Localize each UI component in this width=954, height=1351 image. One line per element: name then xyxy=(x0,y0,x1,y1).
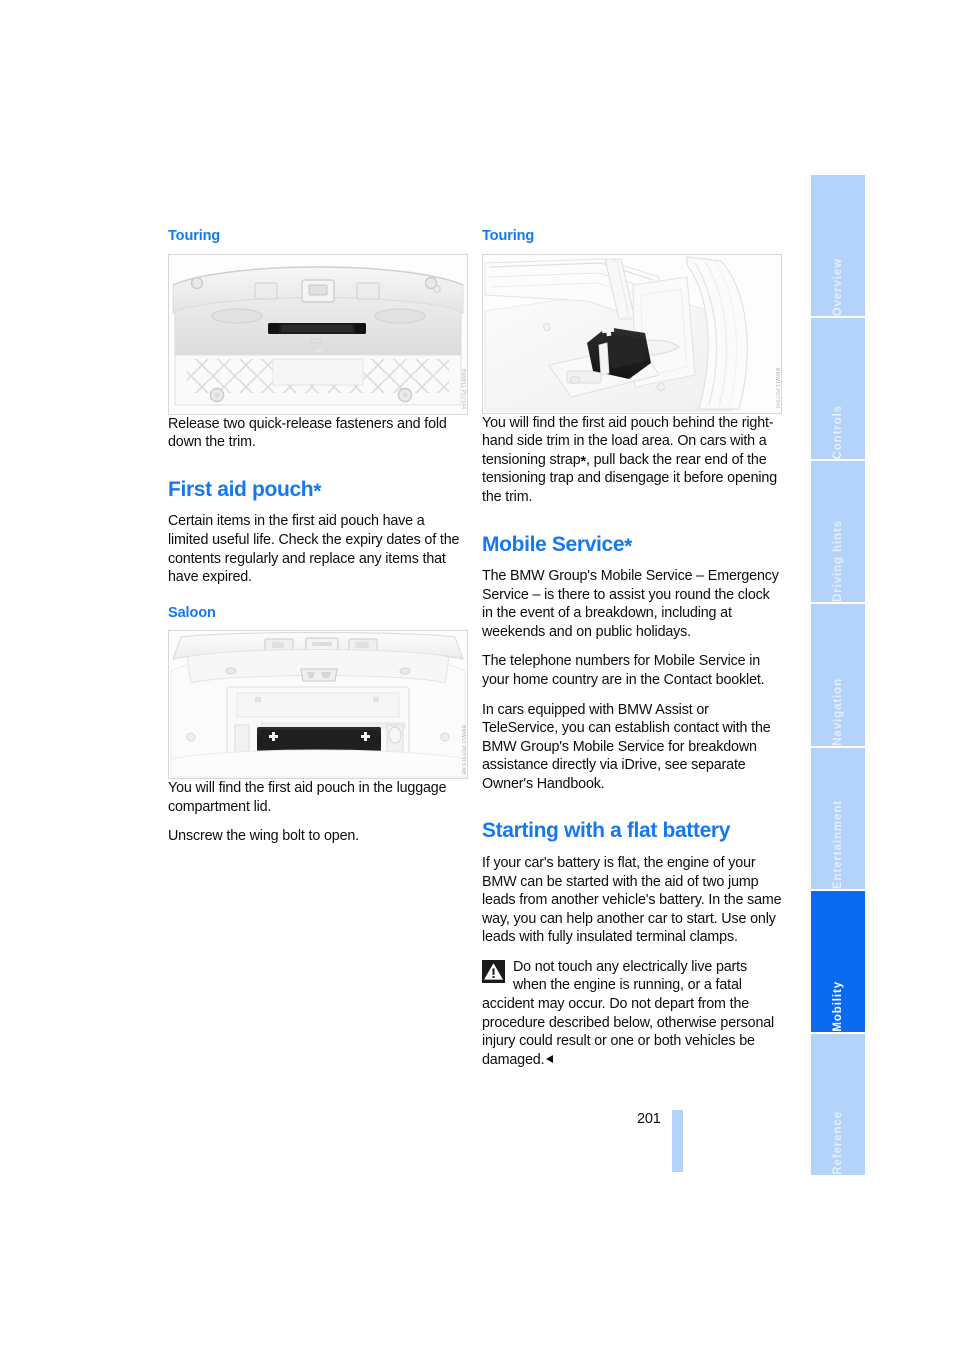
section-title-flat-battery: Starting with a flat battery xyxy=(482,819,731,843)
sidebar-tab-label: Mobility xyxy=(832,981,844,1032)
figure-touring-tailgate-trim: BMW11 PD7344 xyxy=(168,253,468,415)
left-column: Touring BMW11 PD7344 Release two quick-r… xyxy=(168,228,468,846)
sidebar-tab-overview[interactable]: Overview xyxy=(811,175,865,317)
paragraph-first-aid-intro: Certain items in the first aid pouch hav… xyxy=(168,513,460,586)
warning-triangle-icon xyxy=(482,959,505,983)
caption-saloon-2: Unscrew the wing bolt to open. xyxy=(168,828,360,845)
sidebar-tab-entertainment[interactable]: Entertainment xyxy=(811,747,865,889)
optional-equipment-asterisk: * xyxy=(624,534,632,558)
paragraph-mobile-service-1: The BMW Group's Mobile Service – Emergen… xyxy=(482,568,779,640)
sidebar-tab-driving-hints[interactable]: Driving hints xyxy=(811,461,865,603)
sidebar-tab-label: Navigation xyxy=(832,677,844,746)
section-title-first-aid-pouch: First aid pouch* xyxy=(168,477,322,503)
caption-touring-right: You will find the first aid pouch behind… xyxy=(482,414,778,505)
figure-watermark: BMW11 PD7313-AB xyxy=(460,724,466,775)
manual-page: Touring BMW11 PD7344 Release two quick-r… xyxy=(0,0,954,1351)
right-column: Touring BMW11 PD7345 You will find the f… xyxy=(482,228,782,1069)
warning-block: Do not touch any electrically live parts… xyxy=(482,958,782,1069)
paragraph-flat-battery-1: If your car's battery is flat, the engin… xyxy=(482,854,782,946)
heading-touring-left: Touring xyxy=(168,228,221,244)
warning-text: Do not touch any electrically live parts… xyxy=(482,958,775,1068)
figure-watermark: BMW11 PD7344 xyxy=(460,369,466,410)
chapter-tab-sidebar: Overview Controls Driving hints Navigati… xyxy=(811,175,865,1175)
paragraph-mobile-service-3: In cars equipped with BMW Assist or Tele… xyxy=(482,701,771,792)
sidebar-tab-mobility[interactable]: Mobility xyxy=(811,890,865,1032)
heading-touring-right: Touring xyxy=(482,228,535,244)
paragraph-mobile-service-2: The telephone numbers for Mobile Service… xyxy=(482,653,765,688)
page-number: 201 xyxy=(637,1111,661,1127)
sidebar-tab-label: Reference xyxy=(832,1111,844,1175)
heading-saloon: Saloon xyxy=(168,604,216,621)
figure-touring-load-area: BMW11 PD7345 xyxy=(482,253,782,414)
sidebar-tab-label: Controls xyxy=(832,404,844,460)
optional-equipment-asterisk: * xyxy=(313,479,322,503)
sidebar-tab-controls[interactable]: Controls xyxy=(811,318,865,460)
sidebar-tab-label: Entertainment xyxy=(832,799,844,889)
section-title-mobile-service: Mobile Service* xyxy=(482,532,632,558)
sidebar-tab-navigation[interactable]: Navigation xyxy=(811,604,865,746)
page-number-bar xyxy=(671,1110,683,1172)
sidebar-tab-label: Overview xyxy=(832,257,844,317)
figure-watermark: BMW11 PD7345 xyxy=(774,368,780,409)
sidebar-tab-reference[interactable]: Reference xyxy=(811,1033,865,1175)
end-of-warning-marker xyxy=(546,1054,554,1063)
optional-equipment-asterisk: * xyxy=(580,453,587,470)
page-number-block: 201 xyxy=(637,1110,683,1172)
sidebar-tab-label: Driving hints xyxy=(832,520,844,603)
caption-touring-left: Release two quick-release fasteners and … xyxy=(168,415,447,451)
caption-saloon-1: You will find the first aid pouch in the… xyxy=(168,780,447,815)
figure-saloon-boot-lid: BMW11 PD7313-AB xyxy=(168,630,468,780)
